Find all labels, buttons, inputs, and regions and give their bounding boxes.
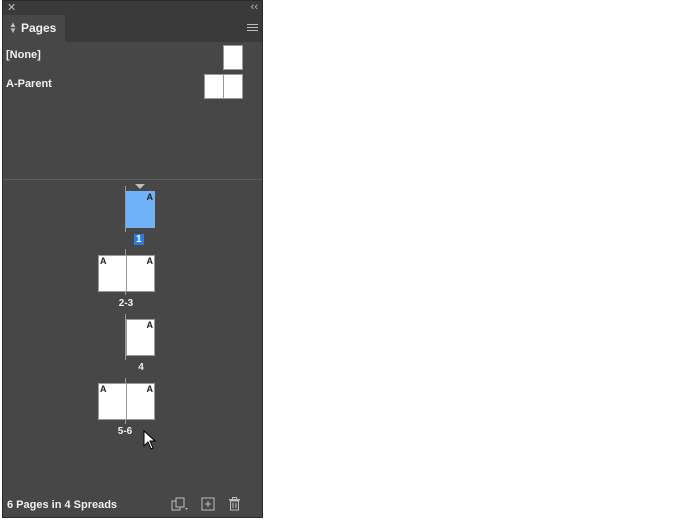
close-icon[interactable]: ✕ (7, 2, 16, 14)
parent-item-a-label[interactable]: A-Parent (6, 78, 52, 90)
parent-none-thumb[interactable] (223, 45, 243, 70)
page-prefix: A (100, 384, 107, 394)
page-prefix: A (146, 320, 154, 330)
spread-label-2-3[interactable]: 2-3 (106, 298, 146, 309)
spread-label-1[interactable]: 1 (134, 234, 144, 245)
pages-panel: ✕ ‹‹ ▲ ▼ Pages [None] A-Parent A 1 A A 2-… (2, 0, 263, 518)
spread-label-5-6[interactable]: 5-6 (105, 426, 145, 437)
page-thumb-3[interactable]: A (126, 255, 155, 292)
section-divider[interactable] (3, 179, 262, 180)
page-prefix: A (146, 256, 154, 266)
new-page-icon[interactable] (201, 497, 215, 514)
tab-row: ▲ ▼ Pages (3, 15, 262, 42)
tab-arrows-icon: ▲ ▼ (9, 20, 17, 35)
edit-page-size-icon[interactable] (171, 497, 189, 514)
parent-item-none-label[interactable]: [None] (6, 49, 41, 61)
mouse-cursor-icon (143, 429, 157, 455)
panel-menu-icon[interactable] (247, 24, 258, 33)
page-thumb-6[interactable]: A (126, 383, 155, 420)
collapse-icon[interactable]: ‹‹ (251, 1, 258, 13)
page-thumb-1[interactable]: A (126, 191, 155, 228)
page-prefix: A (146, 384, 154, 394)
current-page-indicator-icon (135, 184, 145, 189)
panel-footer: 6 Pages in 4 Spreads (3, 493, 262, 517)
page-thumb-5[interactable]: A (98, 383, 127, 420)
page-thumb-2[interactable]: A (98, 255, 127, 292)
panel-titlebar: ✕ ‹‹ (3, 1, 262, 15)
tab-pages-label: Pages (21, 21, 57, 35)
spread-label-text: 1 (134, 234, 144, 245)
parent-a-right-thumb[interactable] (223, 74, 243, 99)
page-prefix: A (146, 192, 154, 202)
trash-icon[interactable] (228, 497, 241, 514)
page-thumb-4[interactable]: A (126, 319, 155, 356)
page-prefix: A (100, 256, 107, 266)
spread-label-4[interactable]: 4 (121, 362, 161, 373)
status-text: 6 Pages in 4 Spreads (7, 499, 118, 511)
tab-pages[interactable]: ▲ ▼ Pages (3, 15, 65, 42)
parent-a-left-thumb[interactable] (204, 74, 224, 99)
